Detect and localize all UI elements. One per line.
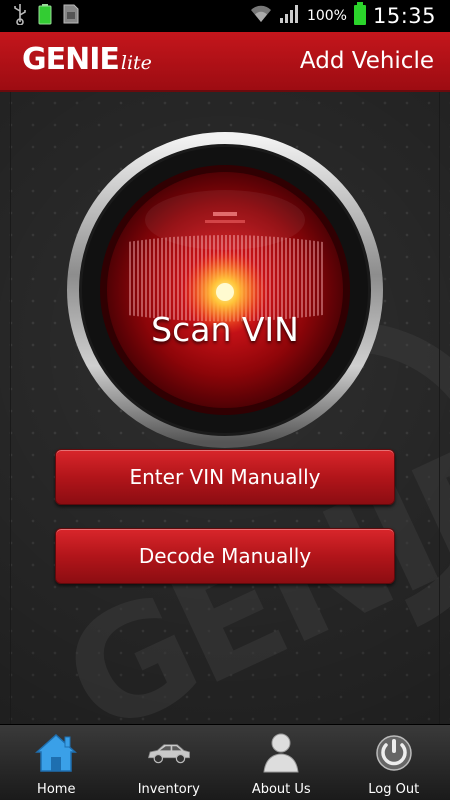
- nav-label-home: Home: [37, 782, 76, 797]
- nav-label-about-us: About Us: [251, 782, 311, 797]
- power-icon: [371, 731, 417, 773]
- clock: 15:35: [372, 4, 436, 28]
- decode-manually-button[interactable]: Decode Manually: [55, 528, 395, 584]
- nav-item-home[interactable]: Home: [0, 725, 113, 800]
- status-bar: 100% 15:35: [0, 0, 450, 32]
- status-right-icons: 100% 15:35: [249, 2, 436, 30]
- battery-notification-icon: [38, 3, 52, 29]
- person-icon: [258, 731, 304, 773]
- nav-label-log-out: Log Out: [368, 782, 420, 797]
- logo-sub-text: lite: [120, 52, 152, 74]
- page-title: Add Vehicle: [299, 48, 434, 74]
- genie-lite-logo: GENIE lite: [22, 40, 152, 80]
- scan-vin-label: Scan VIN: [151, 310, 299, 349]
- nav-item-about-us[interactable]: About Us: [225, 725, 338, 800]
- enter-vin-manually-button[interactable]: Enter VIN Manually: [55, 449, 395, 505]
- status-left-icons: [12, 3, 80, 29]
- wifi-icon: [249, 4, 273, 28]
- scan-lens-graphic: [67, 132, 383, 448]
- logo-main-text: GENIE: [22, 42, 120, 77]
- usb-icon: [12, 3, 28, 29]
- scan-vin-button[interactable]: Scan VIN: [65, 130, 385, 450]
- signal-icon: [279, 4, 301, 28]
- main-content: GENIE Scan VIN Enter VIN Manually Decode…: [0, 92, 450, 724]
- battery-icon: [353, 2, 367, 30]
- battery-percent: 100%: [306, 8, 347, 24]
- nav-item-log-out[interactable]: Log Out: [338, 725, 450, 800]
- app-screen: 100% 15:35 GENIE lite Add Vehicle GENIE: [0, 0, 450, 800]
- sd-card-icon: [62, 3, 80, 29]
- nav-item-inventory[interactable]: Inventory: [113, 725, 226, 800]
- home-icon: [33, 731, 79, 773]
- bottom-nav: Home Inventory About Us Log Out: [0, 724, 450, 800]
- nav-label-inventory: Inventory: [137, 782, 200, 797]
- app-header: GENIE lite Add Vehicle: [0, 32, 450, 92]
- car-icon: [146, 731, 192, 773]
